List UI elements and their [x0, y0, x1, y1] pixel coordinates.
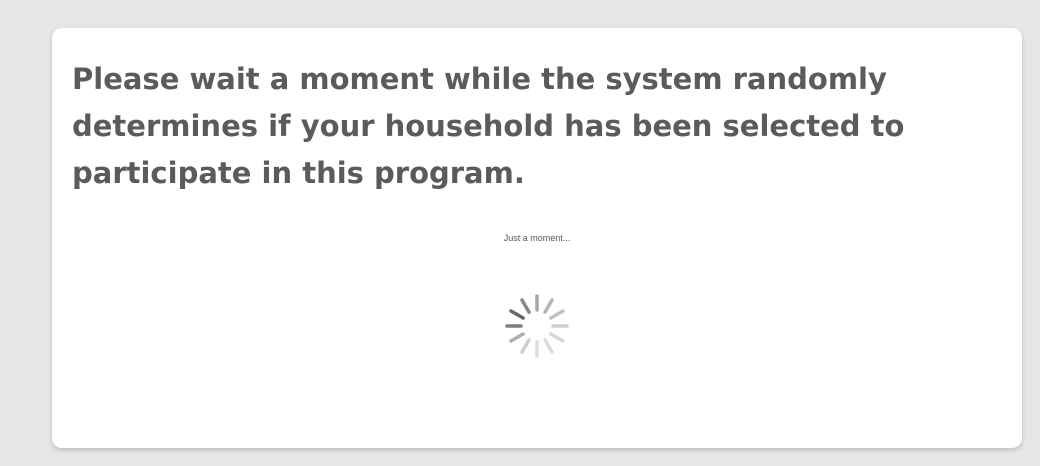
spinner-spoke — [520, 298, 531, 314]
spinner-spoke — [543, 338, 554, 354]
spinner-spoke — [549, 309, 565, 320]
spinner-spoke — [509, 309, 525, 320]
spinner-spoke — [549, 332, 565, 343]
spinner-spoke — [509, 332, 525, 343]
loading-card: Please wait a moment while the system ra… — [52, 28, 1022, 448]
wait-message-heading: Please wait a moment while the system ra… — [72, 62, 905, 190]
spinner-icon — [482, 271, 592, 381]
loading-status-text: Just a moment... — [503, 233, 571, 243]
spinner-spoke — [520, 338, 531, 354]
spinner-spoke — [543, 298, 554, 314]
